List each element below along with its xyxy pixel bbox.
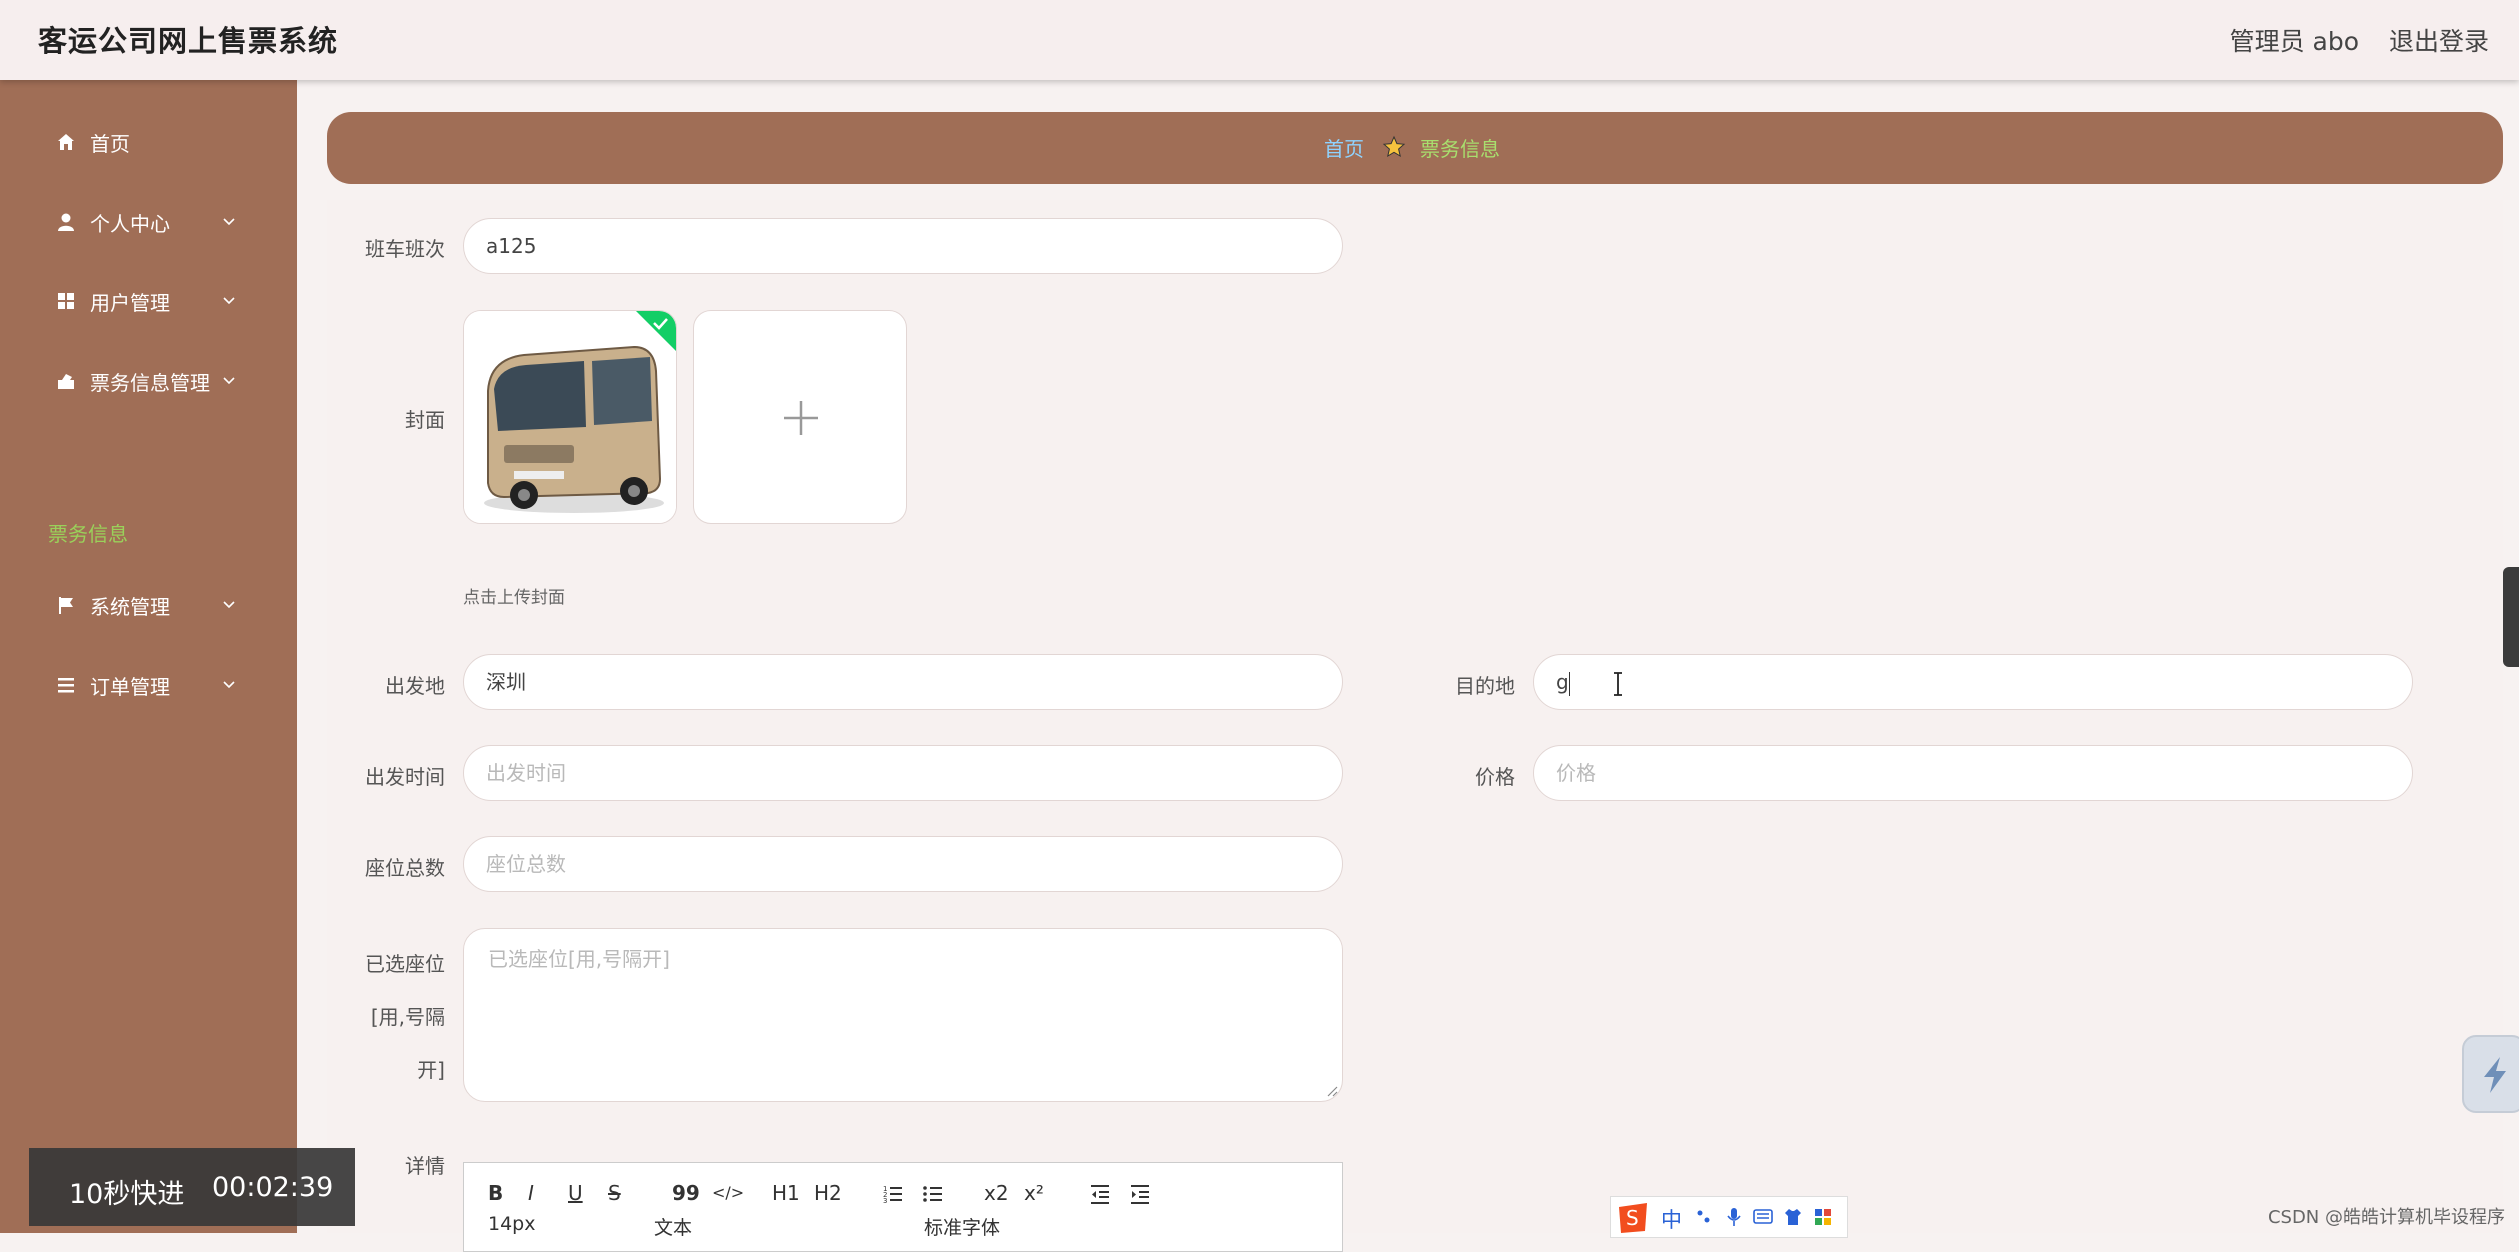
quote-button[interactable]: 99 — [672, 1181, 700, 1205]
selected-seats-label: 已选座位 [用,号隔 开] — [325, 938, 445, 1097]
skin-icon[interactable] — [1783, 1207, 1803, 1227]
cover-upload-hint: 点击上传封面 — [463, 588, 565, 608]
logout-button[interactable]: 退出登录 — [2389, 22, 2489, 58]
chevron-down-icon — [223, 601, 235, 609]
destination-value: g — [1556, 670, 1569, 694]
keyboard-icon[interactable] — [1753, 1208, 1773, 1226]
floating-assistant-button[interactable] — [2462, 1035, 2519, 1113]
selected-seats-textarea[interactable]: 已选座位[用,号隔开] — [463, 928, 1343, 1102]
sidebar-item-home[interactable]: 首页 — [0, 112, 297, 172]
text-cursor-icon — [1614, 672, 1622, 696]
chevron-down-icon — [223, 218, 235, 226]
list-icon — [58, 678, 74, 693]
ime-mode[interactable]: 中 — [1661, 1204, 1682, 1234]
sidebar-item-label: 个人中心 — [90, 211, 170, 236]
sidebar-item-label: 系统管理 — [90, 594, 170, 619]
grid-icon — [58, 293, 74, 309]
star-icon — [1382, 135, 1406, 158]
label-line: 已选座位 — [365, 952, 445, 976]
ticket-icon — [58, 374, 74, 389]
sidebar: 首页 个人中心 用户管理 票务信息管理 票务信息 系统管理 订单管理 — [0, 80, 297, 1233]
fast-forward-label[interactable]: 10秒快进 — [69, 1172, 184, 1211]
breadcrumb-home-link[interactable]: 首页 — [1324, 133, 1364, 162]
apps-grid-icon[interactable] — [1813, 1207, 1833, 1227]
microphone-icon[interactable] — [1725, 1207, 1743, 1227]
breadcrumb-current: 票务信息 — [1420, 137, 1500, 161]
app-title: 客运公司网上售票系统 — [38, 24, 339, 58]
watermark: CSDN @皓皓计算机毕设程序 — [2267, 1207, 2505, 1228]
resize-handle-icon[interactable] — [1326, 1085, 1338, 1097]
cover-upload-button[interactable] — [693, 310, 907, 524]
outdent-icon[interactable] — [1089, 1183, 1111, 1205]
price-label: 价格 — [1475, 765, 1515, 789]
user-icon — [58, 213, 74, 231]
price-input[interactable]: 价格 — [1533, 745, 2413, 801]
sidebar-item-users[interactable]: 用户管理 — [0, 271, 297, 331]
font-size-select[interactable]: 14px — [488, 1213, 535, 1235]
bullet-list-icon[interactable] — [922, 1183, 944, 1205]
label-line: [用,号隔 — [370, 1005, 445, 1029]
uploaded-check-icon — [636, 311, 676, 351]
sidebar-item-system[interactable]: 系统管理 — [0, 575, 297, 635]
italic-button[interactable]: I — [528, 1181, 534, 1205]
superscript-button[interactable]: x² — [1024, 1181, 1044, 1205]
sidebar-item-label: 首页 — [90, 131, 130, 156]
rich-text-editor[interactable]: B I U S 99 </> H1 H2 123 x2 x² 14px 文本 标… — [463, 1162, 1343, 1252]
destination-input[interactable]: g — [1533, 654, 2413, 710]
strike-button[interactable]: S — [608, 1181, 621, 1205]
subscript-button[interactable]: x2 — [984, 1181, 1009, 1205]
sidebar-item-label: 订单管理 — [90, 674, 170, 699]
textarea-placeholder: 已选座位[用,号隔开] — [488, 947, 670, 971]
video-timestamp: 00:02:39 — [212, 1172, 334, 1203]
breadcrumb-banner — [327, 112, 2503, 184]
user-info: 管理员 abo — [2229, 27, 2359, 56]
plus-icon — [784, 401, 818, 435]
h2-button[interactable]: H2 — [814, 1181, 842, 1205]
h1-button[interactable]: H1 — [772, 1181, 800, 1205]
departure-input[interactable]: 深圳 — [463, 654, 1343, 710]
underline-button[interactable]: U — [568, 1181, 583, 1205]
label-line: 开] — [417, 1058, 445, 1082]
sidebar-item-profile[interactable]: 个人中心 — [0, 192, 297, 252]
sidebar-subitem-ticket-info[interactable]: 票务信息 — [48, 518, 128, 547]
text-style-select[interactable]: 文本 — [654, 1213, 692, 1240]
seat-total-input[interactable]: 座位总数 — [463, 836, 1343, 892]
punctuation-icon[interactable] — [1695, 1208, 1713, 1226]
video-overlay: 10秒快进 00:02:39 — [29, 1148, 355, 1226]
chevron-down-icon — [223, 297, 235, 305]
bus-number-input[interactable]: a125 — [463, 218, 1343, 274]
font-family-select[interactable]: 标准字体 — [924, 1213, 1000, 1240]
page-scrollbar[interactable] — [2503, 567, 2519, 667]
top-bar: 客运公司网上售票系统 管理员 abo 退出登录 — [0, 0, 2519, 80]
cover-image-card[interactable] — [463, 310, 677, 524]
depart-time-input[interactable]: 出发时间 — [463, 745, 1343, 801]
sidebar-item-tickets[interactable]: 票务信息管理 — [0, 351, 297, 411]
chevron-down-icon — [223, 377, 235, 385]
sidebar-item-orders[interactable]: 订单管理 — [0, 655, 297, 715]
sogou-logo-icon: S — [1619, 1203, 1647, 1233]
code-button[interactable]: </> — [712, 1183, 744, 1202]
sidebar-item-label: 用户管理 — [90, 290, 170, 315]
flag-icon — [59, 597, 73, 614]
sidebar-item-label: 票务信息管理 — [90, 370, 210, 395]
indent-icon[interactable] — [1129, 1183, 1151, 1205]
svg-text:S: S — [1626, 1206, 1639, 1230]
depart-time-label: 出发时间 — [365, 765, 445, 789]
bold-button[interactable]: B — [488, 1181, 503, 1205]
lightning-icon — [2484, 1057, 2506, 1093]
bus-number-label: 班车班次 — [365, 237, 445, 261]
destination-label: 目的地 — [1455, 674, 1515, 698]
chevron-down-icon — [223, 681, 235, 689]
ime-toolbar[interactable]: S 中 — [1610, 1196, 1848, 1238]
svg-text:3: 3 — [883, 1197, 887, 1205]
ordered-list-icon[interactable]: 123 — [882, 1183, 904, 1205]
home-icon — [58, 134, 74, 150]
seat-total-label: 座位总数 — [365, 856, 445, 880]
departure-label: 出发地 — [385, 674, 445, 698]
cover-label: 封面 — [405, 408, 445, 432]
